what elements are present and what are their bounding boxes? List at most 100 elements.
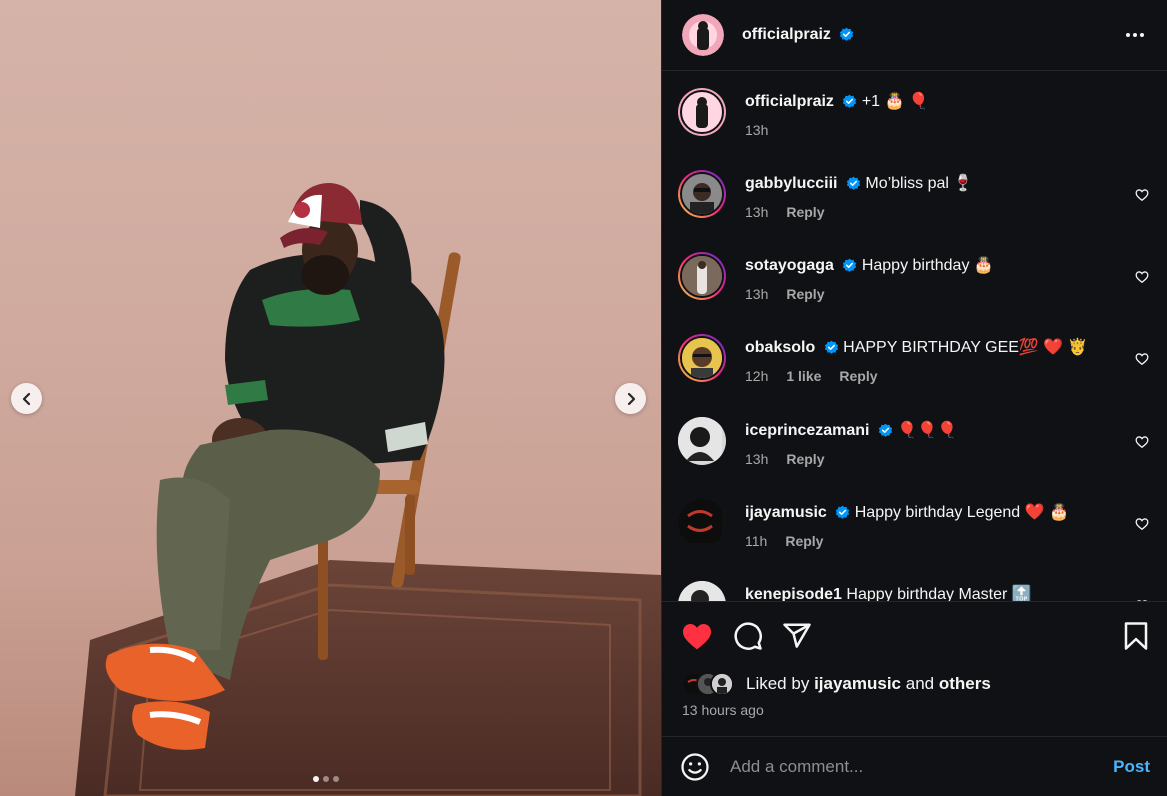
- comment-item: gabbylucciii Mo’bliss pal 🍷 13h Reply: [662, 170, 1167, 252]
- like-comment-icon[interactable]: [1135, 517, 1149, 531]
- comment-time[interactable]: 11h: [745, 533, 767, 549]
- avatar-image: [678, 499, 722, 543]
- comment-item: sotayogaga Happy birthday 🎂 13h Reply: [662, 252, 1167, 334]
- like-button[interactable]: [681, 621, 713, 651]
- caption-text: officialpraiz +1 🎂 🎈: [745, 92, 1122, 112]
- post-comment-button[interactable]: Post: [1113, 757, 1150, 777]
- chevron-right-icon: [627, 392, 635, 405]
- comment-body: Happy birthday 🎂: [861, 257, 994, 274]
- verified-badge-icon: [840, 27, 854, 42]
- carousel-dot: [313, 776, 319, 782]
- comment-input[interactable]: [730, 756, 1114, 777]
- comment-body: Happy birthday Legend ❤️ 🎂: [854, 504, 1069, 521]
- caption-meta: 13h: [745, 122, 768, 138]
- comment-text: obaksolo HAPPY BIRTHDAY GEE💯 ❤️ 🤴: [745, 338, 1122, 358]
- liked-by-conj: and: [905, 674, 935, 693]
- verified-badge-icon: [843, 258, 857, 273]
- comment-avatar[interactable]: [678, 417, 726, 465]
- liker-avatar: [710, 672, 734, 696]
- comment-body: Mo’bliss pal 🍷: [865, 175, 974, 192]
- comments-list[interactable]: officialpraiz +1 🎂 🎈 13h gabbylucciii Mo…: [662, 71, 1167, 601]
- like-comment-icon[interactable]: [1135, 352, 1149, 366]
- comment-body: Happy birthday Master 🔝: [846, 586, 1032, 601]
- comment-icon[interactable]: [733, 621, 763, 651]
- comment-avatar[interactable]: [678, 334, 726, 382]
- post-media[interactable]: [0, 0, 661, 796]
- comment-time[interactable]: 12h: [745, 368, 768, 384]
- author-avatar[interactable]: [682, 14, 724, 56]
- emoji-icon[interactable]: [680, 752, 710, 782]
- comment-time[interactable]: 13h: [745, 286, 768, 302]
- comment-item: obaksolo HAPPY BIRTHDAY GEE💯 ❤️ 🤴 12h 1 …: [662, 334, 1167, 416]
- comment-username[interactable]: obaksolo: [745, 339, 815, 356]
- verified-badge-icon: [836, 505, 850, 520]
- avatar-image: [696, 97, 708, 128]
- comment-avatar[interactable]: [678, 252, 726, 300]
- comment-username[interactable]: iceprincezamani: [745, 422, 870, 439]
- caption-avatar[interactable]: [678, 88, 726, 136]
- reply-button[interactable]: Reply: [786, 451, 824, 467]
- comment-username[interactable]: ijayamusic: [745, 504, 827, 521]
- caption-username[interactable]: officialpraiz: [745, 93, 834, 110]
- comment-meta: 13h Reply: [745, 451, 824, 467]
- like-comment-icon[interactable]: [1135, 270, 1149, 284]
- comment-item: ijayamusic Happy birthday Legend ❤️ 🎂 11…: [662, 499, 1167, 581]
- comment-avatar[interactable]: [678, 170, 726, 218]
- comment-meta: 12h 1 like Reply: [745, 368, 878, 384]
- liked-by-user[interactable]: ijayamusic: [814, 674, 901, 694]
- comment-meta: 13h Reply: [745, 204, 824, 220]
- post-timestamp[interactable]: 13 hours ago: [682, 702, 764, 718]
- comment-body: HAPPY BIRTHDAY GEE💯 ❤️ 🤴: [843, 339, 1088, 356]
- avatar-image: [682, 256, 722, 296]
- verified-badge-icon: [878, 423, 893, 438]
- comment-meta: 13h Reply: [745, 286, 824, 302]
- chevron-left-icon: [22, 392, 30, 405]
- post-header: officialpraiz: [662, 0, 1167, 71]
- comment-text: sotayogaga Happy birthday 🎂: [745, 256, 1122, 276]
- comment-username[interactable]: gabbylucciii: [745, 175, 837, 192]
- post-details-panel: officialpraiz officialpraiz +1 🎂 🎈 13h g…: [661, 0, 1167, 796]
- verified-badge-icon: [824, 340, 838, 355]
- comment-avatar[interactable]: [678, 581, 726, 601]
- avatar-image: [682, 14, 724, 56]
- likes-summary[interactable]: Liked by ijayamusic and others: [682, 672, 991, 696]
- comment-text: gabbylucciii Mo’bliss pal 🍷: [745, 174, 1122, 194]
- comment-username[interactable]: kenepisode1: [745, 586, 842, 601]
- post-caption: officialpraiz +1 🎂 🎈 13h: [662, 88, 1167, 170]
- avatar-image: [682, 174, 722, 214]
- caption-time[interactable]: 13h: [745, 122, 768, 138]
- reply-button[interactable]: Reply: [785, 533, 823, 549]
- comment-body: 🎈🎈🎈: [897, 422, 958, 439]
- next-photo-button[interactable]: [615, 383, 646, 414]
- avatar-image: [678, 417, 722, 461]
- avatar-image: [678, 581, 722, 601]
- like-comment-icon[interactable]: [1135, 435, 1149, 449]
- comment-avatar[interactable]: [678, 499, 726, 547]
- reply-button[interactable]: Reply: [786, 286, 824, 302]
- comment-text: kenepisode1 Happy birthday Master 🔝: [745, 585, 1122, 601]
- comment-item: kenepisode1 Happy birthday Master 🔝: [662, 581, 1167, 601]
- comment-time[interactable]: 13h: [745, 204, 768, 220]
- more-options-button[interactable]: [1123, 23, 1147, 47]
- comment-text: ijayamusic Happy birthday Legend ❤️ 🎂: [745, 503, 1122, 523]
- post-photo: [75, 183, 661, 796]
- reply-button[interactable]: Reply: [786, 204, 824, 220]
- add-comment-bar: Post: [662, 736, 1167, 796]
- comment-like-count[interactable]: 1 like: [786, 368, 821, 384]
- reply-button[interactable]: Reply: [839, 368, 877, 384]
- share-icon[interactable]: [782, 621, 812, 651]
- more-horizontal-icon: [1126, 33, 1144, 37]
- like-comment-icon[interactable]: [1135, 188, 1149, 202]
- author-username[interactable]: officialpraiz: [742, 26, 854, 44]
- liked-by-others[interactable]: others: [939, 674, 991, 694]
- comment-time[interactable]: 13h: [745, 451, 768, 467]
- comment-username[interactable]: sotayogaga: [745, 257, 834, 274]
- liked-by-label: Liked by: [746, 674, 810, 693]
- avatar-image: [712, 674, 732, 694]
- previous-photo-button[interactable]: [11, 383, 42, 414]
- author-username-text[interactable]: officialpraiz: [742, 26, 831, 43]
- verified-badge-icon: [843, 94, 857, 109]
- comment-meta: 11h Reply: [745, 533, 823, 549]
- liker-avatars: [682, 672, 734, 696]
- save-bookmark-icon[interactable]: [1123, 621, 1149, 651]
